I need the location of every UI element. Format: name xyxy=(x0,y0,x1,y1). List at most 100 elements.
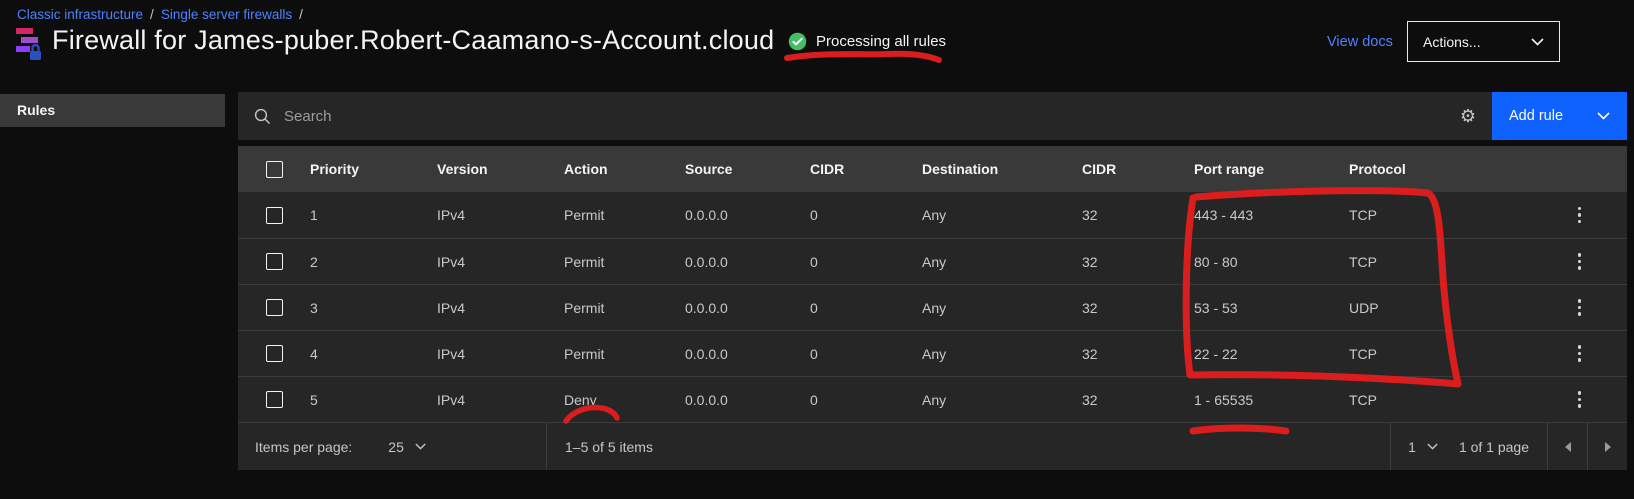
actions-dropdown-label: Actions... xyxy=(1423,34,1481,50)
actions-dropdown[interactable]: Actions... xyxy=(1407,21,1560,62)
cell-protocol: TCP xyxy=(1349,346,1469,362)
rules-table: Priority Version Action Source CIDR Dest… xyxy=(238,146,1627,422)
checkmark-filled-icon xyxy=(788,32,807,51)
cell-version: IPv4 xyxy=(437,207,564,223)
row-checkbox[interactable] xyxy=(266,299,283,316)
chevron-down-icon[interactable] xyxy=(1597,112,1610,120)
previous-page-button[interactable] xyxy=(1547,423,1587,470)
column-header-cidr: CIDR xyxy=(810,161,922,177)
status-indicator: Processing all rules xyxy=(788,32,946,51)
row-checkbox[interactable] xyxy=(266,345,283,362)
cell-source: 0.0.0.0 xyxy=(685,346,810,362)
cell-cidr: 0 xyxy=(810,254,922,270)
row-checkbox[interactable] xyxy=(266,391,283,408)
caret-left-icon xyxy=(1565,442,1571,452)
page-title: Firewall for James-puber.Robert-Caamano-… xyxy=(52,25,774,56)
row-checkbox[interactable] xyxy=(266,253,283,270)
column-header-cidr-2: CIDR xyxy=(1082,161,1194,177)
next-page-button[interactable] xyxy=(1587,423,1627,470)
breadcrumb-single-server-firewalls[interactable]: Single server firewalls xyxy=(161,7,292,22)
cell-priority: 5 xyxy=(310,392,437,408)
cell-cidr-2: 32 xyxy=(1082,207,1194,223)
cell-cidr: 0 xyxy=(810,346,922,362)
cell-source: 0.0.0.0 xyxy=(685,254,810,270)
kebab-menu-button[interactable] xyxy=(1574,295,1586,320)
cell-protocol: TCP xyxy=(1349,254,1469,270)
column-header-protocol: Protocol xyxy=(1349,161,1469,177)
column-header-version: Version xyxy=(437,161,564,177)
cell-version: IPv4 xyxy=(437,300,564,316)
rules-panel: ⚙ Add rule Priority Version Action Sourc… xyxy=(238,92,1627,470)
cell-cidr-2: 32 xyxy=(1082,392,1194,408)
table-row: 1 IPv4 Permit 0.0.0.0 0 Any 32 443 - 443… xyxy=(238,192,1627,238)
cell-priority: 3 xyxy=(310,300,437,316)
kebab-menu-button[interactable] xyxy=(1574,249,1586,274)
cell-protocol: TCP xyxy=(1349,207,1469,223)
breadcrumb-classic-infrastructure[interactable]: Classic infrastructure xyxy=(17,7,143,22)
row-checkbox[interactable] xyxy=(266,207,283,224)
select-all-checkbox[interactable] xyxy=(266,161,283,178)
add-rule-button[interactable]: Add rule xyxy=(1492,92,1627,140)
items-per-page-value[interactable]: 25 xyxy=(388,439,404,455)
cell-action: Permit xyxy=(564,207,685,223)
cell-cidr-2: 32 xyxy=(1082,346,1194,362)
pagination-bar: Items per page: 25 1–5 of 5 items 1 xyxy=(238,422,1627,470)
cell-cidr: 0 xyxy=(810,300,922,316)
page-number-select[interactable]: 1 xyxy=(1390,423,1455,470)
cell-destination: Any xyxy=(922,346,1082,362)
cell-protocol: TCP xyxy=(1349,392,1469,408)
cell-destination: Any xyxy=(922,207,1082,223)
table-row: 4 IPv4 Permit 0.0.0.0 0 Any 32 22 - 22 T… xyxy=(238,330,1627,376)
cell-source: 0.0.0.0 xyxy=(685,300,810,316)
chevron-down-icon xyxy=(415,443,426,450)
cell-cidr: 0 xyxy=(810,392,922,408)
cell-priority: 2 xyxy=(310,254,437,270)
search-input[interactable] xyxy=(284,108,1236,125)
cell-port-range: 443 - 443 xyxy=(1194,207,1349,223)
items-per-page-label: Items per page: xyxy=(255,439,352,455)
column-header-port-range: Port range xyxy=(1194,161,1349,177)
kebab-menu-button[interactable] xyxy=(1574,341,1586,366)
kebab-menu-button[interactable] xyxy=(1574,203,1586,228)
cell-action: Permit xyxy=(564,346,685,362)
cell-version: IPv4 xyxy=(437,254,564,270)
column-header-action: Action xyxy=(564,161,685,177)
cell-cidr-2: 32 xyxy=(1082,254,1194,270)
kebab-menu-button[interactable] xyxy=(1574,387,1586,412)
cell-cidr-2: 32 xyxy=(1082,300,1194,316)
view-docs-link[interactable]: View docs xyxy=(1327,34,1393,50)
column-header-priority: Priority xyxy=(310,161,437,177)
table-toolbar: ⚙ Add rule xyxy=(238,92,1627,140)
table-header-row: Priority Version Action Source CIDR Dest… xyxy=(238,146,1627,192)
search-bar[interactable] xyxy=(238,92,1444,140)
cell-port-range: 22 - 22 xyxy=(1194,346,1349,362)
cell-port-range: 80 - 80 xyxy=(1194,254,1349,270)
breadcrumb-separator: / xyxy=(299,7,303,22)
breadcrumb-separator: / xyxy=(150,7,154,22)
cell-destination: Any xyxy=(922,254,1082,270)
cell-source: 0.0.0.0 xyxy=(685,392,810,408)
chevron-down-icon xyxy=(1427,443,1438,450)
cell-destination: Any xyxy=(922,300,1082,316)
sidebar-item-rules[interactable]: Rules xyxy=(0,94,225,127)
firewall-icon xyxy=(13,26,45,62)
cell-destination: Any xyxy=(922,392,1082,408)
cell-version: IPv4 xyxy=(437,346,564,362)
table-row: 5 IPv4 Deny 0.0.0.0 0 Any 32 1 - 65535 T… xyxy=(238,376,1627,422)
column-header-source: Source xyxy=(685,161,810,177)
cell-source: 0.0.0.0 xyxy=(685,207,810,223)
table-body: 1 IPv4 Permit 0.0.0.0 0 Any 32 443 - 443… xyxy=(238,192,1627,422)
cell-action: Permit xyxy=(564,254,685,270)
marker-underline-processing-all-rules xyxy=(787,54,939,60)
items-per-page-select[interactable] xyxy=(415,443,426,450)
chevron-down-icon xyxy=(1531,38,1544,46)
cell-port-range: 1 - 65535 xyxy=(1194,392,1349,408)
column-header-destination: Destination xyxy=(922,161,1082,177)
search-icon xyxy=(254,108,271,125)
table-row: 2 IPv4 Permit 0.0.0.0 0 Any 32 80 - 80 T… xyxy=(238,238,1627,284)
status-text: Processing all rules xyxy=(816,33,946,50)
settings-gear-icon[interactable]: ⚙ xyxy=(1444,92,1492,140)
cell-cidr: 0 xyxy=(810,207,922,223)
cell-protocol: UDP xyxy=(1349,300,1469,316)
table-row: 3 IPv4 Permit 0.0.0.0 0 Any 32 53 - 53 U… xyxy=(238,284,1627,330)
